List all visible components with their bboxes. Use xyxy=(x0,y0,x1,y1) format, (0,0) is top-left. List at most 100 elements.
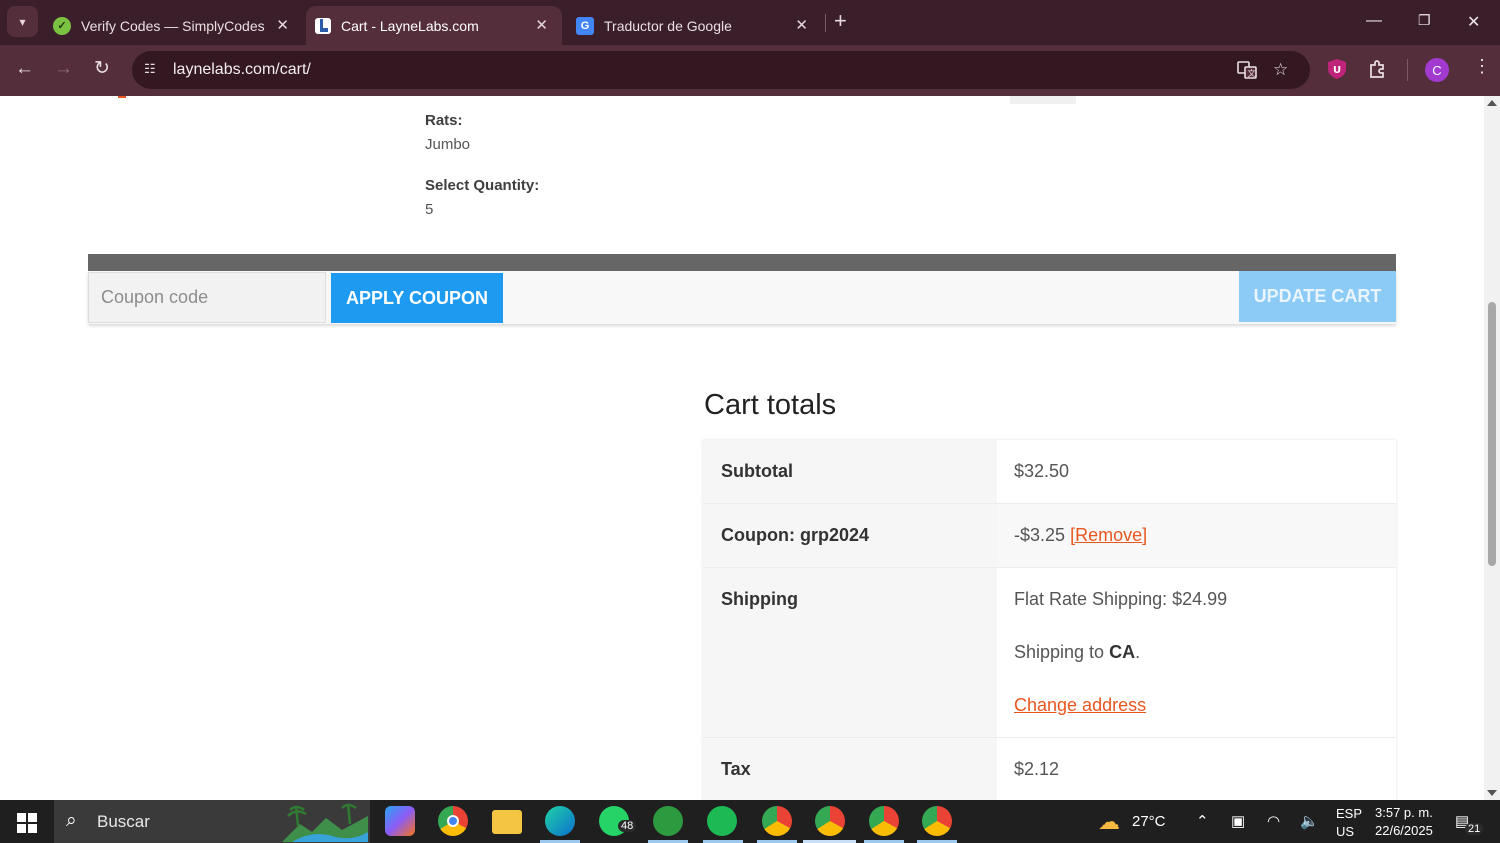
chrome-menu-icon[interactable]: ⋮ xyxy=(1473,56,1491,77)
svg-text:文: 文 xyxy=(1248,68,1256,78)
tab-google-translate[interactable]: G Traductor de Google ✕ xyxy=(567,6,822,45)
shipping-region: CA xyxy=(1109,642,1136,662)
cart-item-row xyxy=(88,96,1396,254)
google-translate-icon: G xyxy=(576,16,594,35)
input-language[interactable]: ESP US xyxy=(1336,805,1362,841)
new-tab-button[interactable]: + xyxy=(834,10,847,32)
totals-row-coupon: Coupon: grp2024 -$3.25 [Remove] xyxy=(703,504,1396,568)
remove-item-mark[interactable] xyxy=(118,96,126,98)
keyboard-layout: US xyxy=(1336,824,1355,839)
back-icon[interactable]: ← xyxy=(15,59,34,79)
url-text: laynelabs.com/cart/ xyxy=(173,61,311,78)
coupon-discount-value: -$3.25 xyxy=(1014,525,1066,545)
taskbar-search-placeholder: Buscar xyxy=(97,812,150,831)
subtotal-label: Subtotal xyxy=(703,440,997,503)
item-meta-value-quantity: 5 xyxy=(425,201,434,218)
apply-coupon-button[interactable]: APPLY COUPON xyxy=(331,273,503,323)
simplycodes-icon: ✓ xyxy=(53,16,71,35)
item-meta-label-rats: Rats: xyxy=(425,112,463,129)
remove-coupon-link[interactable]: [Remove] xyxy=(1070,525,1147,545)
laynelabs-icon xyxy=(315,17,331,34)
totals-row-shipping: Shipping Flat Rate Shipping: $24.99 Ship… xyxy=(703,568,1396,738)
item-price-cell-edge xyxy=(1010,96,1076,104)
reload-icon[interactable]: ↻ xyxy=(94,59,110,79)
chrome-profile-s-icon[interactable] xyxy=(869,806,899,836)
ublock-extension-icon[interactable]: U xyxy=(1328,59,1346,84)
bookmark-star-icon[interactable]: ☆ xyxy=(1273,60,1288,80)
toolbar-divider xyxy=(1407,59,1408,81)
copilot-icon[interactable] xyxy=(385,806,415,836)
cart-table-footer-bar xyxy=(88,254,1396,271)
page-content: Rats: Jumbo Select Quantity: 5 APPLY COU… xyxy=(0,96,1484,800)
site-settings-icon[interactable]: ☷ xyxy=(144,61,160,77)
chrome-profile-c-icon[interactable] xyxy=(815,806,845,836)
restore-icon[interactable]: ❐ xyxy=(1418,12,1431,29)
search-highlight-illustration-icon xyxy=(282,802,368,842)
tab-title: Verify Codes — SimplyCodes xyxy=(81,17,265,34)
cart-totals-title: Cart totals xyxy=(704,389,837,421)
file-explorer-icon[interactable] xyxy=(492,810,522,834)
shipping-destination: Shipping to CA. xyxy=(1014,642,1379,663)
scroll-up-arrow-icon[interactable] xyxy=(1487,100,1497,106)
close-tab-icon[interactable]: ✕ xyxy=(535,16,548,34)
shipping-to-suffix: . xyxy=(1135,642,1141,662)
spotify-icon[interactable] xyxy=(707,806,737,836)
update-cart-button[interactable]: UPDATE CART xyxy=(1239,271,1396,322)
meet-now-icon[interactable]: ▣ xyxy=(1231,812,1245,830)
item-meta-label-quantity: Select Quantity: xyxy=(425,177,540,194)
tab-laynelabs-cart[interactable]: Cart - LayneLabs.com ✕ xyxy=(306,6,562,45)
tax-value: $2.12 xyxy=(1014,759,1060,779)
windows-start-icon[interactable] xyxy=(17,813,37,833)
svg-text:U: U xyxy=(1333,65,1341,76)
show-hidden-icons-chevron-icon[interactable]: ⌃ xyxy=(1196,812,1209,830)
item-meta-value-rats: Jumbo xyxy=(425,136,471,153)
browser-toolbar: ← → ↻ ☷ laynelabs.com/cart/ 文 ☆ U ⋮ xyxy=(0,45,1500,96)
utorrent-icon[interactable] xyxy=(653,806,683,836)
close-tab-icon[interactable]: ✕ xyxy=(276,16,289,34)
tab-title: Traductor de Google xyxy=(604,17,732,34)
close-tab-icon[interactable]: ✕ xyxy=(795,16,808,34)
coupon-code-input[interactable] xyxy=(88,272,326,323)
totals-row-tax: Tax $2.12 xyxy=(703,738,1396,800)
wifi-icon[interactable]: ◠ xyxy=(1267,812,1280,830)
shipping-method: Flat Rate Shipping: $24.99 xyxy=(1014,589,1228,609)
subtotal-value: $32.50 xyxy=(1014,461,1070,481)
tab-search-button[interactable]: ▾ xyxy=(7,6,38,37)
clock-date: 22/6/2025 xyxy=(1375,823,1433,838)
address-bar[interactable]: ☷ laynelabs.com/cart/ 文 ☆ xyxy=(132,51,1310,89)
close-window-icon[interactable]: ✕ xyxy=(1467,12,1480,32)
chrome-profile-g-icon[interactable] xyxy=(762,806,792,836)
chrome-icon[interactable] xyxy=(438,806,468,836)
tax-label: Tax xyxy=(703,738,997,800)
tab-separator xyxy=(825,14,826,32)
weather-temperature[interactable]: 27°C xyxy=(1132,813,1166,830)
totals-row-subtotal: Subtotal $32.50 xyxy=(703,440,1396,504)
volume-icon[interactable]: 🔈 xyxy=(1300,812,1319,830)
scrollbar-thumb[interactable] xyxy=(1488,302,1496,566)
notification-count-badge: 21 xyxy=(1465,823,1484,835)
shipping-value-cell: Flat Rate Shipping: $24.99 Shipping to C… xyxy=(997,568,1396,737)
clock-time: 3:57 p. m. xyxy=(1375,805,1433,820)
whatsapp-unread-badge: 48 xyxy=(618,820,637,832)
change-address-wrap: Change address xyxy=(1014,695,1379,716)
scroll-down-arrow-icon[interactable] xyxy=(1487,790,1497,796)
extensions-puzzle-icon[interactable] xyxy=(1368,59,1388,84)
clock[interactable]: 3:57 p. m. 22/6/2025 xyxy=(1375,804,1433,840)
page-scrollbar[interactable] xyxy=(1484,96,1500,800)
language-code: ESP xyxy=(1336,806,1363,821)
browser-tab-strip: ▾ ✓ Verify Codes — SimplyCodes ✕ Cart - … xyxy=(0,0,1500,45)
edge-icon[interactable] xyxy=(545,806,575,836)
change-address-link[interactable]: Change address xyxy=(1014,695,1146,715)
shipping-label: Shipping xyxy=(703,568,997,737)
coupon-label: Coupon: grp2024 xyxy=(703,504,997,567)
profile-avatar[interactable]: C xyxy=(1425,58,1449,82)
translate-page-icon[interactable]: 文 xyxy=(1237,60,1257,85)
forward-icon[interactable]: → xyxy=(54,59,73,79)
search-icon: ⌕ xyxy=(66,810,77,831)
chrome-profile-p-icon[interactable] xyxy=(922,806,952,836)
cart-totals-table: Subtotal $32.50 Coupon: grp2024 -$3.25 [… xyxy=(703,440,1396,800)
tab-simplycodes[interactable]: ✓ Verify Codes — SimplyCodes ✕ xyxy=(45,6,303,45)
taskbar-search-box[interactable]: ⌕ Buscar xyxy=(54,800,370,843)
minimize-icon[interactable]: — xyxy=(1366,12,1382,30)
weather-icon[interactable]: ☁ xyxy=(1098,809,1120,835)
